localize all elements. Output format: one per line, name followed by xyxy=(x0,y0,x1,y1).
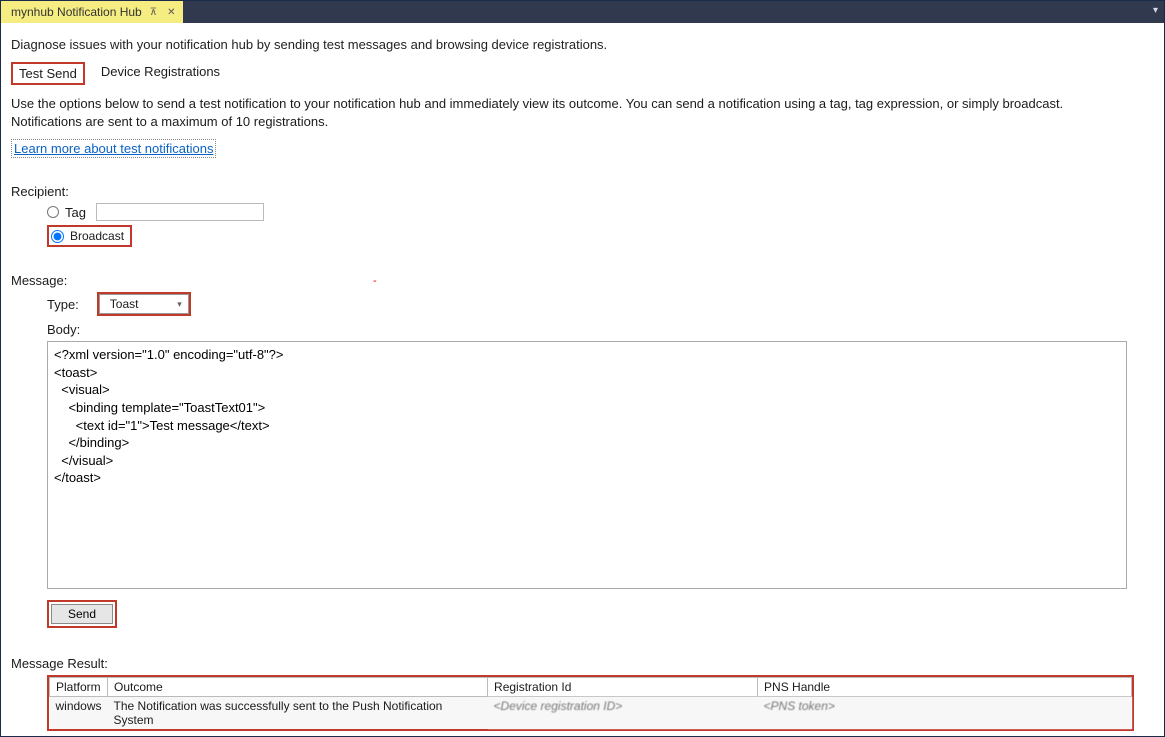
radio-broadcast-label: Broadcast xyxy=(70,229,124,243)
radio-tag[interactable] xyxy=(47,206,59,218)
tab-test-send[interactable]: Test Send xyxy=(11,62,85,85)
col-regid[interactable]: Registration Id xyxy=(488,678,758,697)
cell-regid: <Device registration ID> xyxy=(488,697,758,730)
chevron-down-icon: ▾ xyxy=(177,299,182,310)
tag-input[interactable] xyxy=(96,203,264,221)
col-platform[interactable]: Platform xyxy=(50,678,108,697)
col-outcome[interactable]: Outcome xyxy=(108,678,488,697)
cell-platform: windows xyxy=(50,697,108,730)
document-tab[interactable]: mynhub Notification Hub ⊼ ✕ xyxy=(1,1,183,23)
learn-more-link[interactable]: Learn more about test notifications xyxy=(11,139,216,158)
body-label: Body: xyxy=(47,322,1154,337)
radio-tag-label: Tag xyxy=(65,205,86,220)
type-value: Toast xyxy=(110,297,139,311)
close-icon[interactable]: ✕ xyxy=(165,7,177,18)
tab-title: mynhub Notification Hub xyxy=(11,5,142,19)
recipient-label: Recipient: xyxy=(11,184,1154,199)
titlebar: mynhub Notification Hub ⊼ ✕ ▾ xyxy=(1,1,1164,23)
description-text: Use the options below to send a test not… xyxy=(11,95,1131,131)
tab-device-registrations[interactable]: Device Registrations xyxy=(95,62,226,85)
col-pns[interactable]: PNS Handle xyxy=(758,678,1132,697)
cell-pns: <PNS token> xyxy=(758,697,1132,730)
message-label: Message: - xyxy=(11,273,1154,288)
type-dropdown[interactable]: Toast ▾ xyxy=(99,294,189,314)
required-indicator-icon: - xyxy=(373,275,377,287)
send-button[interactable]: Send xyxy=(51,604,113,624)
result-table: Platform Outcome Registration Id PNS Han… xyxy=(49,677,1132,729)
type-label: Type: xyxy=(47,297,79,312)
body-textarea[interactable] xyxy=(47,341,1127,589)
pin-icon[interactable]: ⊼ xyxy=(148,7,159,18)
window-menu-caret-icon[interactable]: ▾ xyxy=(1153,5,1158,16)
page-intro: Diagnose issues with your notification h… xyxy=(11,33,1154,58)
table-row[interactable]: windows The Notification was successfull… xyxy=(50,697,1132,730)
cell-outcome: The Notification was successfully sent t… xyxy=(108,697,488,730)
radio-broadcast[interactable] xyxy=(51,230,64,243)
result-table-wrap: Platform Outcome Registration Id PNS Han… xyxy=(47,675,1134,731)
result-label: Message Result: xyxy=(11,656,1154,671)
